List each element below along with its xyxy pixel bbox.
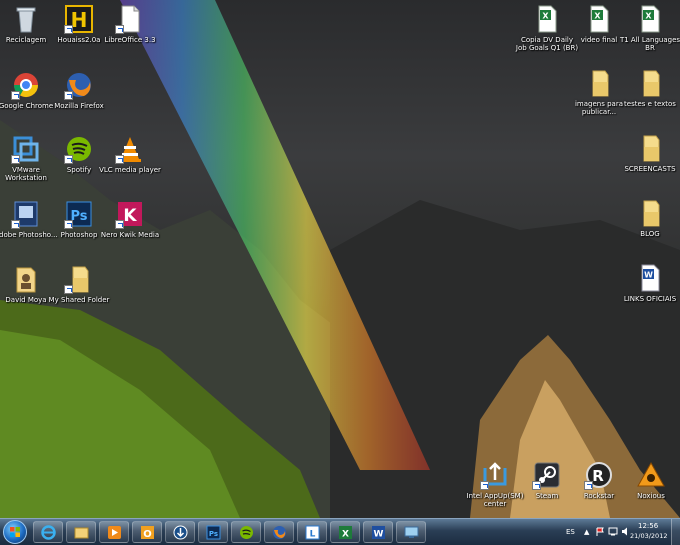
folder-icon — [635, 198, 665, 228]
taskbar-media-player[interactable] — [99, 521, 129, 543]
svg-text:W: W — [374, 530, 384, 540]
icon-label: LibreOffice 3.3 — [104, 36, 156, 44]
taskbar-excel[interactable]: X — [330, 521, 360, 543]
outlook-icon: O — [141, 526, 154, 540]
desktop-icon-firefox[interactable]: Mozilla Firefox — [47, 70, 111, 110]
vmware-icon — [11, 134, 41, 164]
icon-label: VLC media player — [99, 166, 161, 174]
language-indicator[interactable]: ES — [566, 528, 575, 536]
rockstar-icon: R — [584, 460, 614, 490]
folder-icon — [635, 133, 665, 163]
flag-icon[interactable] — [596, 527, 605, 536]
photoshop-icon: Ps — [64, 199, 94, 229]
show-desktop-button[interactable] — [671, 519, 680, 545]
taskbar-lync[interactable]: L — [297, 521, 327, 543]
desktop-icon-libreoffice[interactable]: LibreOffice 3.3 — [98, 4, 162, 44]
steam-icon — [532, 460, 562, 490]
icon-label: LINKS OFICIAIS — [623, 295, 677, 303]
taskbar: O Ps L X W ES ▲ 12:56 21/03/2012 — [0, 518, 680, 545]
icon-label: testes e textos — [624, 100, 676, 108]
clock-date[interactable]: 21/03/2012 — [630, 532, 667, 540]
desktop-icon-blog[interactable]: BLOG — [618, 198, 680, 238]
taskbar-explorer[interactable] — [66, 521, 96, 543]
firefox-icon — [64, 70, 94, 100]
system-tray: ES ▲ 12:56 21/03/2012 — [562, 519, 680, 545]
svg-text:W: W — [644, 271, 653, 280]
excel-file-icon: X — [584, 4, 614, 34]
icon-label: My Shared Folder — [48, 296, 110, 304]
svg-text:Ps: Ps — [70, 209, 87, 224]
desktop-icon-t1-all-languages[interactable]: X T1 All Languages BR — [618, 4, 680, 52]
houaiss-icon: H — [64, 4, 94, 34]
folder-icon — [635, 68, 665, 98]
icon-label: BLOG — [640, 230, 660, 238]
icon-label: Noxious — [637, 492, 665, 500]
network-icon[interactable] — [608, 527, 618, 536]
svg-text:Ps: Ps — [209, 530, 218, 538]
remote-desktop-icon — [404, 526, 419, 538]
svg-text:K: K — [123, 206, 137, 226]
desktop-icon-vlc[interactable]: VLC media player — [98, 134, 162, 174]
taskbar-internet-explorer[interactable] — [33, 521, 63, 543]
photoshop-icon — [11, 199, 41, 229]
lync-icon: L — [305, 525, 320, 540]
nero-icon: K — [115, 199, 145, 229]
folder-icon — [74, 527, 89, 539]
svg-text:X: X — [542, 12, 549, 21]
desktop-icon-noxious[interactable]: Noxious — [619, 460, 680, 500]
desktop-icon-nero[interactable]: K Nero Kwik Media — [98, 199, 162, 239]
svg-text:R: R — [592, 467, 604, 485]
svg-text:O: O — [143, 529, 152, 540]
photoshop-icon: Ps — [206, 525, 221, 540]
desktop-wallpaper: Reciclagem H Houaiss2.0a LibreOffice 3.3… — [0, 0, 680, 518]
icon-label: T1 All Languages BR — [619, 36, 680, 52]
spotify-icon — [240, 526, 253, 539]
recycle-bin-icon — [11, 4, 41, 34]
folder-icon — [584, 68, 614, 98]
chrome-icon — [11, 70, 41, 100]
start-button[interactable] — [3, 520, 27, 544]
desktop-icon-screencasts[interactable]: SCREENCASTS — [618, 133, 680, 173]
libreoffice-icon — [115, 4, 145, 34]
media-player-icon — [108, 526, 121, 539]
desktop-icon-testes-e-textos[interactable]: testes e textos — [618, 68, 680, 108]
excel-icon: X — [339, 526, 352, 540]
desktop-icon-my-shared-folder[interactable]: My Shared Folder — [47, 264, 111, 304]
folder-icon — [64, 264, 94, 294]
internet-explorer-icon — [41, 525, 56, 540]
windows-logo-icon — [10, 527, 20, 537]
taskbar-photoshop[interactable]: Ps — [198, 521, 228, 543]
thunderbird-icon — [173, 525, 188, 540]
svg-text:L: L — [310, 530, 316, 540]
icon-label: Nero Kwik Media — [100, 231, 160, 239]
excel-file-icon: X — [635, 4, 665, 34]
user-folder-icon — [11, 264, 41, 294]
svg-text:X: X — [342, 530, 349, 540]
svg-text:X: X — [594, 12, 601, 21]
word-file-icon: W — [635, 263, 665, 293]
svg-text:H: H — [71, 8, 88, 32]
word-icon: W — [372, 526, 385, 540]
icon-label: Mozilla Firefox — [54, 102, 104, 110]
taskbar-spotify[interactable] — [231, 521, 261, 543]
taskbar-word[interactable]: W — [363, 521, 393, 543]
icon-label: SCREENCASTS — [624, 165, 676, 173]
taskbar-firefox[interactable] — [264, 521, 294, 543]
vlc-icon — [115, 134, 145, 164]
taskbar-outlook[interactable]: O — [132, 521, 162, 543]
desktop-icon-links-oficiais[interactable]: W LINKS OFICIAIS — [618, 263, 680, 303]
excel-file-icon: X — [532, 4, 562, 34]
svg-text:X: X — [645, 12, 652, 21]
intel-appup-icon — [480, 460, 510, 490]
clock-time[interactable]: 12:56 — [638, 522, 658, 530]
taskbar-thunderbird[interactable] — [165, 521, 195, 543]
firefox-icon — [273, 526, 286, 539]
show-hidden-icons-arrow[interactable]: ▲ — [584, 528, 589, 536]
noxious-icon — [636, 460, 666, 490]
spotify-icon — [64, 134, 94, 164]
taskbar-remote-desktop[interactable] — [396, 521, 426, 543]
